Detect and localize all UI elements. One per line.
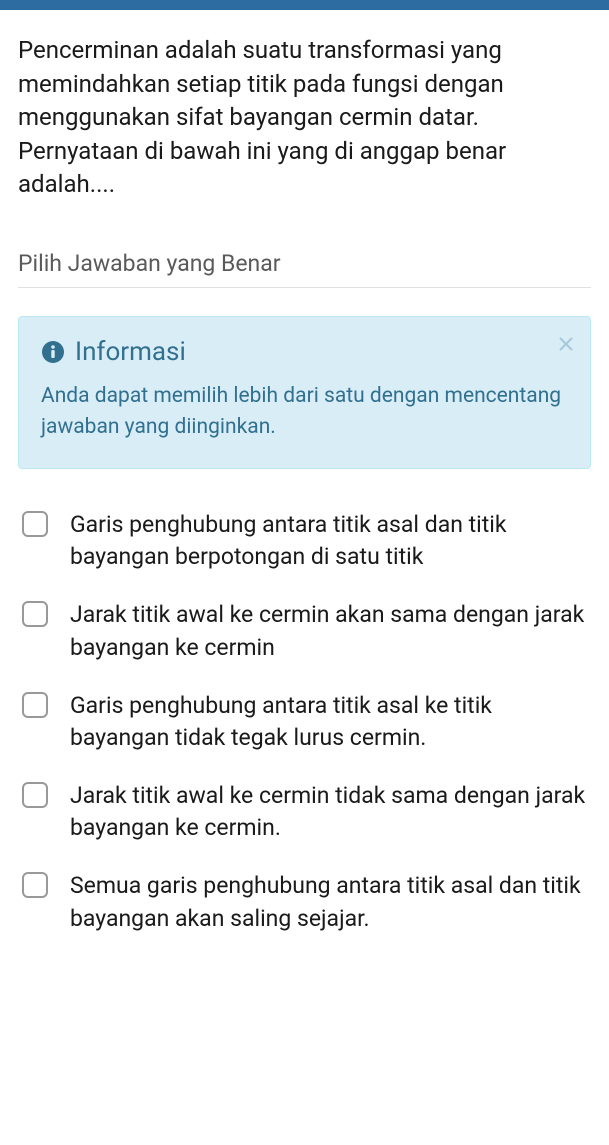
- info-icon: [41, 340, 65, 364]
- info-title: Informasi: [75, 337, 186, 367]
- option-row[interactable]: Garis penghubung antara titik asal ke ti…: [22, 690, 587, 754]
- info-header: Informasi: [41, 337, 568, 367]
- option-row[interactable]: Garis penghubung antara titik asal dan t…: [22, 509, 587, 573]
- option-row[interactable]: Jarak titik awal ke cermin tidak sama de…: [22, 780, 587, 844]
- option-row[interactable]: Jarak titik awal ke cermin akan sama den…: [22, 599, 587, 663]
- option-label: Jarak titik awal ke cermin akan sama den…: [70, 599, 587, 663]
- info-body: Anda dapat memilih lebih dari satu denga…: [41, 381, 568, 444]
- checkbox[interactable]: [22, 782, 48, 808]
- section-heading: Pilih Jawaban yang Benar: [18, 250, 591, 288]
- option-label: Jarak titik awal ke cermin tidak sama de…: [70, 780, 587, 844]
- option-label: Semua garis penghubung antara titik asal…: [70, 870, 587, 934]
- top-bar: [0, 0, 609, 10]
- option-label: Garis penghubung antara titik asal dan t…: [70, 509, 587, 573]
- checkbox[interactable]: [22, 872, 48, 898]
- close-icon[interactable]: [558, 335, 574, 355]
- info-box: Informasi Anda dapat memilih lebih dari …: [18, 316, 591, 469]
- option-row[interactable]: Semua garis penghubung antara titik asal…: [22, 870, 587, 934]
- question-text: Pencerminan adalah suatu transformasi ya…: [18, 34, 591, 202]
- content-area: Pencerminan adalah suatu transformasi ya…: [0, 10, 609, 935]
- options-list: Garis penghubung antara titik asal dan t…: [18, 509, 591, 935]
- option-label: Garis penghubung antara titik asal ke ti…: [70, 690, 587, 754]
- checkbox[interactable]: [22, 601, 48, 627]
- checkbox[interactable]: [22, 692, 48, 718]
- checkbox[interactable]: [22, 511, 48, 537]
